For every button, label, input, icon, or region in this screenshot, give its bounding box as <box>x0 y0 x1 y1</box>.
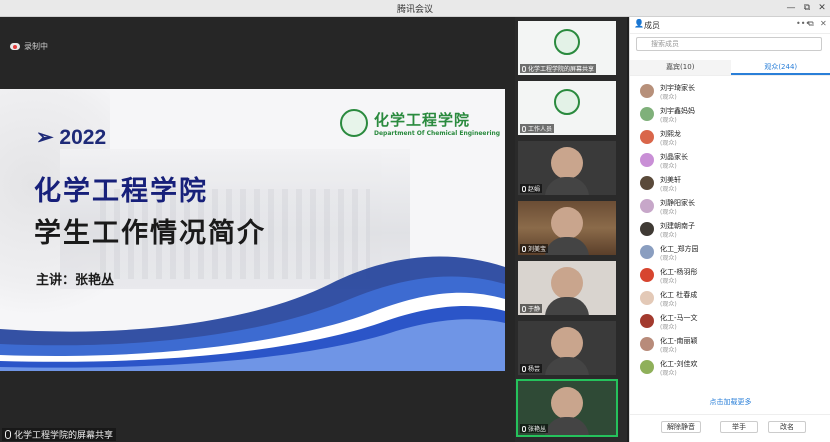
slide-title-line1: 化学工程学院 <box>34 176 208 207</box>
member-row[interactable]: 刘宇琦家长 (观众) <box>630 79 830 102</box>
member-row[interactable]: 化工-马一文 (观众) <box>630 309 830 332</box>
avatar <box>640 360 654 374</box>
avatar <box>640 107 654 121</box>
slide-speaker: 主讲：张艳丛 <box>36 273 115 288</box>
member-row[interactable]: 刘晶家长 (观众) <box>630 148 830 171</box>
avatar <box>640 130 654 144</box>
tab-audience[interactable]: 观众(244) <box>730 60 830 75</box>
participant-video <box>545 147 589 195</box>
members-panel-footer: 解除静音 举手 改名 <box>630 414 830 442</box>
avatar <box>640 291 654 305</box>
microphone-icon <box>522 425 526 432</box>
participant-video <box>545 327 589 375</box>
recording-indicator[interactable]: 录制中 <box>10 39 48 53</box>
microphone-icon <box>5 430 11 439</box>
avatar <box>640 176 654 190</box>
logo-chinese-text: 化学工程学院 <box>374 111 471 129</box>
shared-slide: 化学工程学院 Department Of Chemical Engineerin… <box>0 89 505 371</box>
member-role: (观众) <box>660 370 677 377</box>
member-row[interactable]: 化工-南丽颖 (观众) <box>630 332 830 355</box>
logo-english-text: Department Of Chemical Engineering <box>374 130 501 137</box>
thumbnail-tile[interactable]: 工作人员 <box>518 81 616 135</box>
member-role: (观众) <box>660 301 677 308</box>
avatar <box>640 84 654 98</box>
avatar <box>640 153 654 167</box>
close-panel-icon[interactable]: ✕ <box>820 19 827 28</box>
members-icon: 👤 <box>634 19 644 28</box>
members-panel-title: 成员 <box>644 21 660 30</box>
window-title: 腾讯会议 <box>396 5 433 15</box>
member-row[interactable]: 刘美轩 (观众) <box>630 171 830 194</box>
member-role: (观众) <box>660 163 677 170</box>
participant-video <box>545 207 589 255</box>
microphone-icon <box>522 365 526 372</box>
members-panel-header: 👤 成员 ••• ⧉ ✕ <box>630 17 830 34</box>
member-search-input[interactable] <box>636 37 822 51</box>
microphone-icon <box>522 185 526 192</box>
raise-hand-button[interactable]: 举手 <box>720 421 758 433</box>
member-role: (观众) <box>660 209 677 216</box>
thumbnail-tile[interactable]: 刘美宝 <box>518 201 616 255</box>
members-panel: 👤 成员 ••• ⧉ ✕ 嘉宾(10) 观众(244) 刘宇琦家长(观众)刘宇鑫… <box>629 17 830 442</box>
member-list: 刘宇琦家长 (观众) 刘宇鑫妈妈 (观众) 刘熙龙 (观众) 刘晶家长 (观众) 刘美轩 (观众)… <box>630 79 830 378</box>
member-role: (观众) <box>660 347 677 354</box>
member-row[interactable]: 刘静阳家长 (观众) <box>630 194 830 217</box>
avatar <box>640 337 654 351</box>
member-row[interactable]: 化工_郑方园 (观众) <box>630 240 830 263</box>
member-row[interactable]: 化工 杜春成 (观众) <box>630 286 830 309</box>
recording-label: 录制中 <box>24 41 48 51</box>
microphone-icon <box>522 245 526 252</box>
minimize-button[interactable]: — <box>784 1 798 15</box>
member-role: (观众) <box>660 117 677 124</box>
member-role: (观众) <box>660 278 677 285</box>
avatar <box>640 245 654 259</box>
maximize-button[interactable]: ⧉ <box>800 1 814 15</box>
rename-button[interactable]: 改名 <box>768 421 806 433</box>
member-row[interactable]: 化工-刘佳欢 (观众) <box>630 355 830 378</box>
tab-guests[interactable]: 嘉宾(10) <box>630 60 731 75</box>
participant-video <box>545 267 589 315</box>
slide-year: ➢ 2022 <box>36 126 107 149</box>
member-role: (观众) <box>660 232 677 239</box>
member-row[interactable]: 刘建朝南子 (观众) <box>630 217 830 240</box>
microphone-icon <box>522 125 526 132</box>
slide-title-line2: 学生工作情况简介 <box>34 218 266 249</box>
close-button[interactable]: ✕ <box>815 1 829 15</box>
thumbnail-tile[interactable]: 赵娟 <box>518 141 616 195</box>
avatar <box>640 268 654 282</box>
microphone-icon <box>522 305 526 312</box>
participant-thumbnails[interactable]: 化学工程学院的屏幕共享 工作人员 赵娟 刘美宝 于静 杨芸 张艳丛 <box>515 17 627 442</box>
popout-icon[interactable]: ⧉ <box>808 19 814 29</box>
avatar <box>640 199 654 213</box>
member-tabs: 嘉宾(10) 观众(244) <box>630 60 830 76</box>
member-role: (观众) <box>660 255 677 262</box>
member-row[interactable]: 化工-杨羽彤 (观众) <box>630 263 830 286</box>
unmute-all-button[interactable]: 解除静音 <box>661 421 701 433</box>
college-seal-icon <box>554 29 580 55</box>
member-role: (观众) <box>660 140 677 147</box>
main-video-area: 录制中 化学工程学院 Department Of Chemical Engine… <box>0 17 515 442</box>
title-bar: 腾讯会议 — ⧉ ✕ <box>0 0 830 17</box>
college-seal-icon <box>554 89 580 115</box>
avatar <box>640 314 654 328</box>
thumbnail-tile[interactable]: 于静 <box>518 261 616 315</box>
screen-share-label: 化学工程学院的屏幕共享 <box>2 428 117 441</box>
avatar <box>640 222 654 236</box>
member-row[interactable]: 刘熙龙 (观众) <box>630 125 830 148</box>
microphone-icon <box>522 65 526 72</box>
member-role: (观众) <box>660 94 677 101</box>
thumbnail-tile[interactable]: 化学工程学院的屏幕共享 <box>518 21 616 75</box>
load-more-link[interactable]: 点击加载更多 <box>630 397 830 407</box>
cloud-record-icon <box>10 42 20 50</box>
member-role: (观众) <box>660 186 677 193</box>
college-logo: 化学工程学院 Department Of Chemical Engineerin… <box>340 109 500 137</box>
thumbnail-tile[interactable]: 杨芸 <box>518 321 616 375</box>
thumbnail-tile-active-speaker[interactable]: 张艳丛 <box>516 379 618 437</box>
member-role: (观众) <box>660 324 677 331</box>
member-row[interactable]: 刘宇鑫妈妈 (观众) <box>630 102 830 125</box>
college-seal-icon <box>340 109 368 137</box>
participant-video <box>545 387 589 435</box>
